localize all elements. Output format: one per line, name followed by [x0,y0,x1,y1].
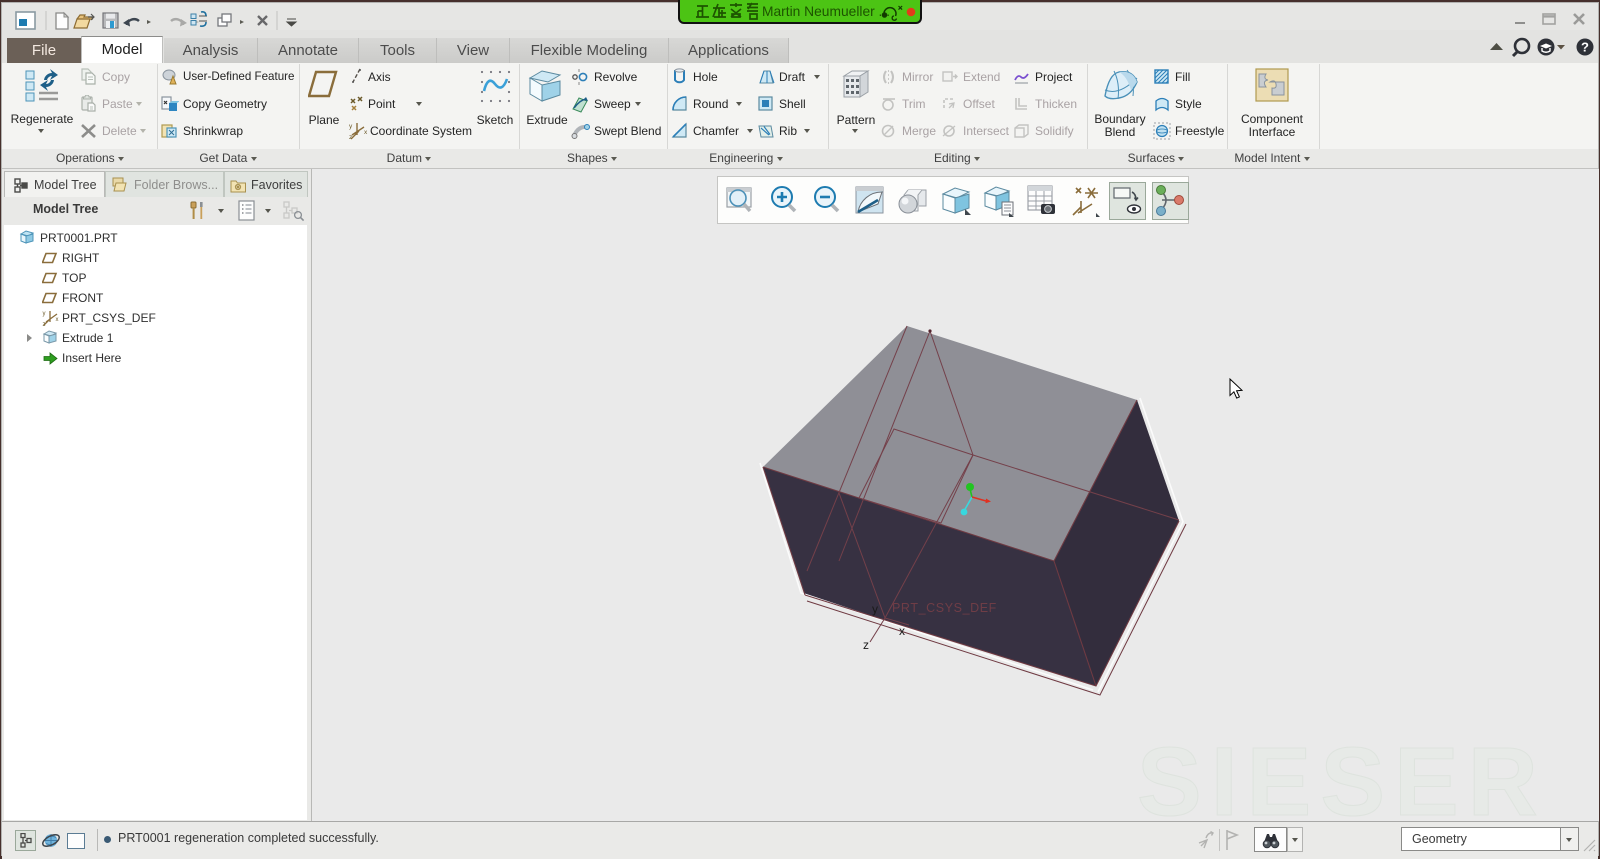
svg-text:y: y [349,123,353,130]
svg-text:Martin Neumueller ...: Martin Neumueller ... [762,4,890,19]
svg-text:z: z [349,134,352,141]
svg-text:y: y [43,311,46,317]
svg-text:x: x [899,624,905,638]
svg-text:?: ? [1581,40,1589,55]
svg-text:z: z [43,322,46,327]
svg-text:z: z [863,638,869,652]
svg-text:x: x [56,317,59,323]
svg-text:x: x [364,129,368,136]
svg-text:y: y [872,602,878,616]
svg-text:PRT_CSYS_DEF: PRT_CSYS_DEF [892,601,997,615]
